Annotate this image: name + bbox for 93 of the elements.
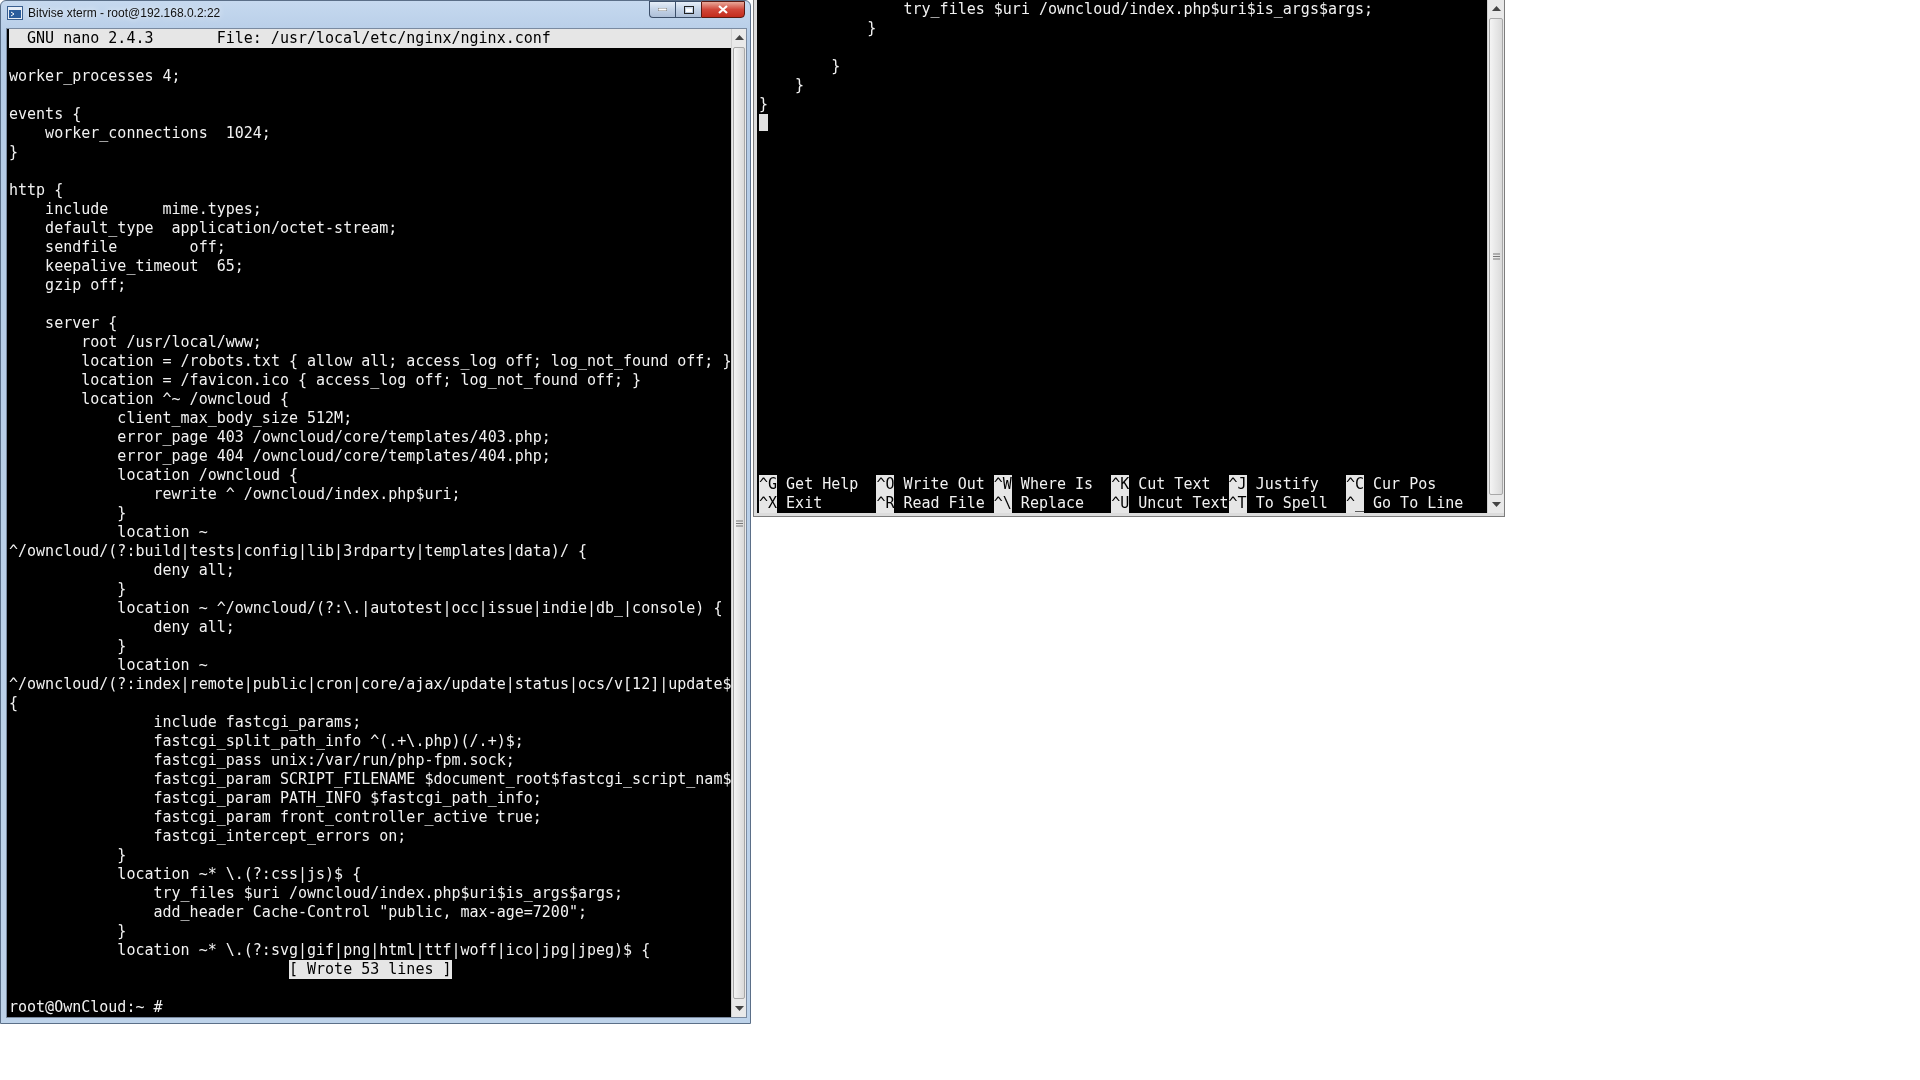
- down-arrow-icon[interactable]: [1491, 502, 1501, 507]
- minimize-button[interactable]: [649, 1, 675, 18]
- shortcut-key: ^R: [876, 494, 895, 513]
- code-line: fastcgi_param SCRIPT_FILENAME $document_root$fastcgi_script_nam$: [152, 770, 732, 789]
- shortcut-key: ^G: [759, 475, 778, 494]
- code-line: add_header Cache-Control "public, max-age=7200";: [152, 903, 588, 922]
- code-line: }: [116, 637, 128, 656]
- shortcut-key: ^J: [1228, 475, 1247, 494]
- code-line: deny all;: [152, 561, 236, 580]
- scrollbar[interactable]: [1487, 0, 1504, 513]
- window-title: Bitvise xterm - root@192.168.0.2:22: [28, 6, 222, 20]
- code-line: worker_connections 1024;: [44, 124, 272, 143]
- code-line: error_page 404 /owncloud/core/templates/404.php;: [116, 447, 552, 466]
- shortcut-label: Cut Text: [1138, 475, 1211, 494]
- code-line: }: [866, 19, 878, 38]
- code-line: location = /robots.txt { allow all; access_log off; log_not_found off; }: [80, 352, 732, 371]
- shortcut-label: Exit: [786, 494, 823, 513]
- shortcut-label: Justify: [1255, 475, 1319, 494]
- code-line: try_files $uri /owncloud/index.php$uri$is_args$args;: [902, 0, 1375, 19]
- down-arrow-icon[interactable]: [734, 1006, 744, 1011]
- code-line: server {: [44, 314, 119, 333]
- shortcut-label: Uncut Text: [1138, 494, 1229, 513]
- code-line: rewrite ^ /owncloud/index.php$uri;: [152, 485, 462, 504]
- shortcut-key: ^O: [876, 475, 895, 494]
- code-line: location ~* \.(?:svg|gif|png|html|ttf|woff|ico|jpg|jpeg)$ {: [116, 941, 652, 960]
- shortcut-key: ^C: [1345, 475, 1364, 494]
- shortcut-label: Replace: [1020, 494, 1085, 513]
- code-line: keepalive_timeout 65;: [44, 257, 245, 276]
- code-line: fastcgi_pass unix:/var/run/php-fpm.sock;: [152, 751, 516, 770]
- code-line: location ^~ /owncloud {: [80, 390, 290, 409]
- maximize-button[interactable]: [675, 1, 701, 18]
- code-line: root /usr/local/www;: [80, 333, 263, 352]
- shortcut-key: ^T: [1228, 494, 1247, 513]
- shell-prompt: root@OwnCloud:~ #: [9, 998, 164, 1017]
- shortcut-label: Write Out: [903, 475, 985, 494]
- close-icon: [718, 5, 728, 14]
- shortcut-key: ^\: [993, 494, 1012, 513]
- code-line: worker_processes 4;: [9, 67, 182, 86]
- code-line: fastcgi_split_path_info ^(.+\.php)(/.+)$;: [152, 732, 525, 751]
- code-line: include fastcgi_params;: [152, 713, 363, 732]
- code-line: fastcgi_param front_controller_active true;: [152, 808, 543, 827]
- code-line: ^/owncloud/(?:build|tests|config|lib|3rdparty|templates|data)/ {: [9, 542, 588, 561]
- code-line: location /owncloud {: [116, 466, 299, 485]
- shortcut-label: Where Is: [1020, 475, 1094, 494]
- shortcut-key: ^_: [1345, 494, 1364, 513]
- code-line: location = /favicon.ico { access_log off; log_not_found off; }: [80, 371, 643, 390]
- maximize-icon: [683, 5, 694, 14]
- grip-icon: [1492, 253, 1500, 260]
- code-line: }: [116, 846, 128, 865]
- shortcut-label: Go To Line: [1373, 494, 1464, 513]
- shortcut-label: Read File: [903, 494, 985, 513]
- text-cursor: [759, 114, 768, 131]
- code-line: fastcgi_intercept_errors on;: [152, 827, 408, 846]
- code-line: }: [116, 922, 128, 941]
- shortcut-key: ^X: [759, 494, 778, 513]
- file-name: File: /usr/local/etc/nginx/nginx.conf: [216, 29, 551, 48]
- code-line: default_type application/octet-stream;: [44, 219, 399, 238]
- shortcut-key: ^W: [993, 475, 1012, 494]
- code-line: gzip off;: [44, 276, 128, 295]
- code-line: http {: [9, 181, 65, 200]
- code-line: location ~: [116, 523, 209, 542]
- scrollbar[interactable]: [731, 29, 746, 1017]
- grip-icon: [735, 519, 743, 527]
- code-line: deny all;: [152, 618, 236, 637]
- code-line: fastcgi_param PATH_INFO $fastcgi_path_info;: [152, 789, 543, 808]
- code-line: location ~: [116, 656, 209, 675]
- code-line: error_page 403 /owncloud/core/templates/403.php;: [116, 428, 552, 447]
- code-line: sendfile off;: [44, 238, 227, 257]
- code-line: }: [116, 580, 128, 599]
- code-line: }: [759, 95, 770, 114]
- shortcut-label: Cur Pos: [1373, 475, 1437, 494]
- shortcut-label: To Spell: [1255, 494, 1328, 513]
- code-line: events {: [9, 105, 83, 124]
- code-line: client_max_body_size 512M;: [116, 409, 354, 428]
- code-line: location ~ ^/owncloud/(?:\.|autotest|occ|issue|indie|db_|console) {: [116, 599, 724, 618]
- shortcut-label: Get Help: [786, 475, 859, 494]
- minimize-icon: [658, 8, 667, 11]
- code-line: }: [794, 76, 806, 95]
- shortcut-key: ^K: [1111, 475, 1130, 494]
- status-message: [ Wrote 53 lines ]: [288, 960, 452, 979]
- code-line: }: [830, 57, 842, 76]
- code-line: }: [9, 143, 20, 162]
- code-line: include mime.types;: [44, 200, 263, 219]
- close-button[interactable]: [701, 1, 745, 18]
- code-line: try_files $uri /owncloud/index.php$uri$is_args$args;: [152, 884, 625, 903]
- up-arrow-icon[interactable]: [734, 35, 744, 40]
- code-line: location ~* \.(?:css|js)$ {: [116, 865, 363, 884]
- up-arrow-icon[interactable]: [1491, 6, 1501, 11]
- shortcut-key: ^U: [1111, 494, 1130, 513]
- code-line: }: [116, 504, 128, 523]
- program-version: GNU nano 2.4.3: [27, 29, 154, 48]
- code-line: ^/owncloud/(?:index|remote|public|cron|core/ajax/update|status|ocs/v[12]|update$: [9, 675, 732, 694]
- code-line: {: [9, 694, 20, 713]
